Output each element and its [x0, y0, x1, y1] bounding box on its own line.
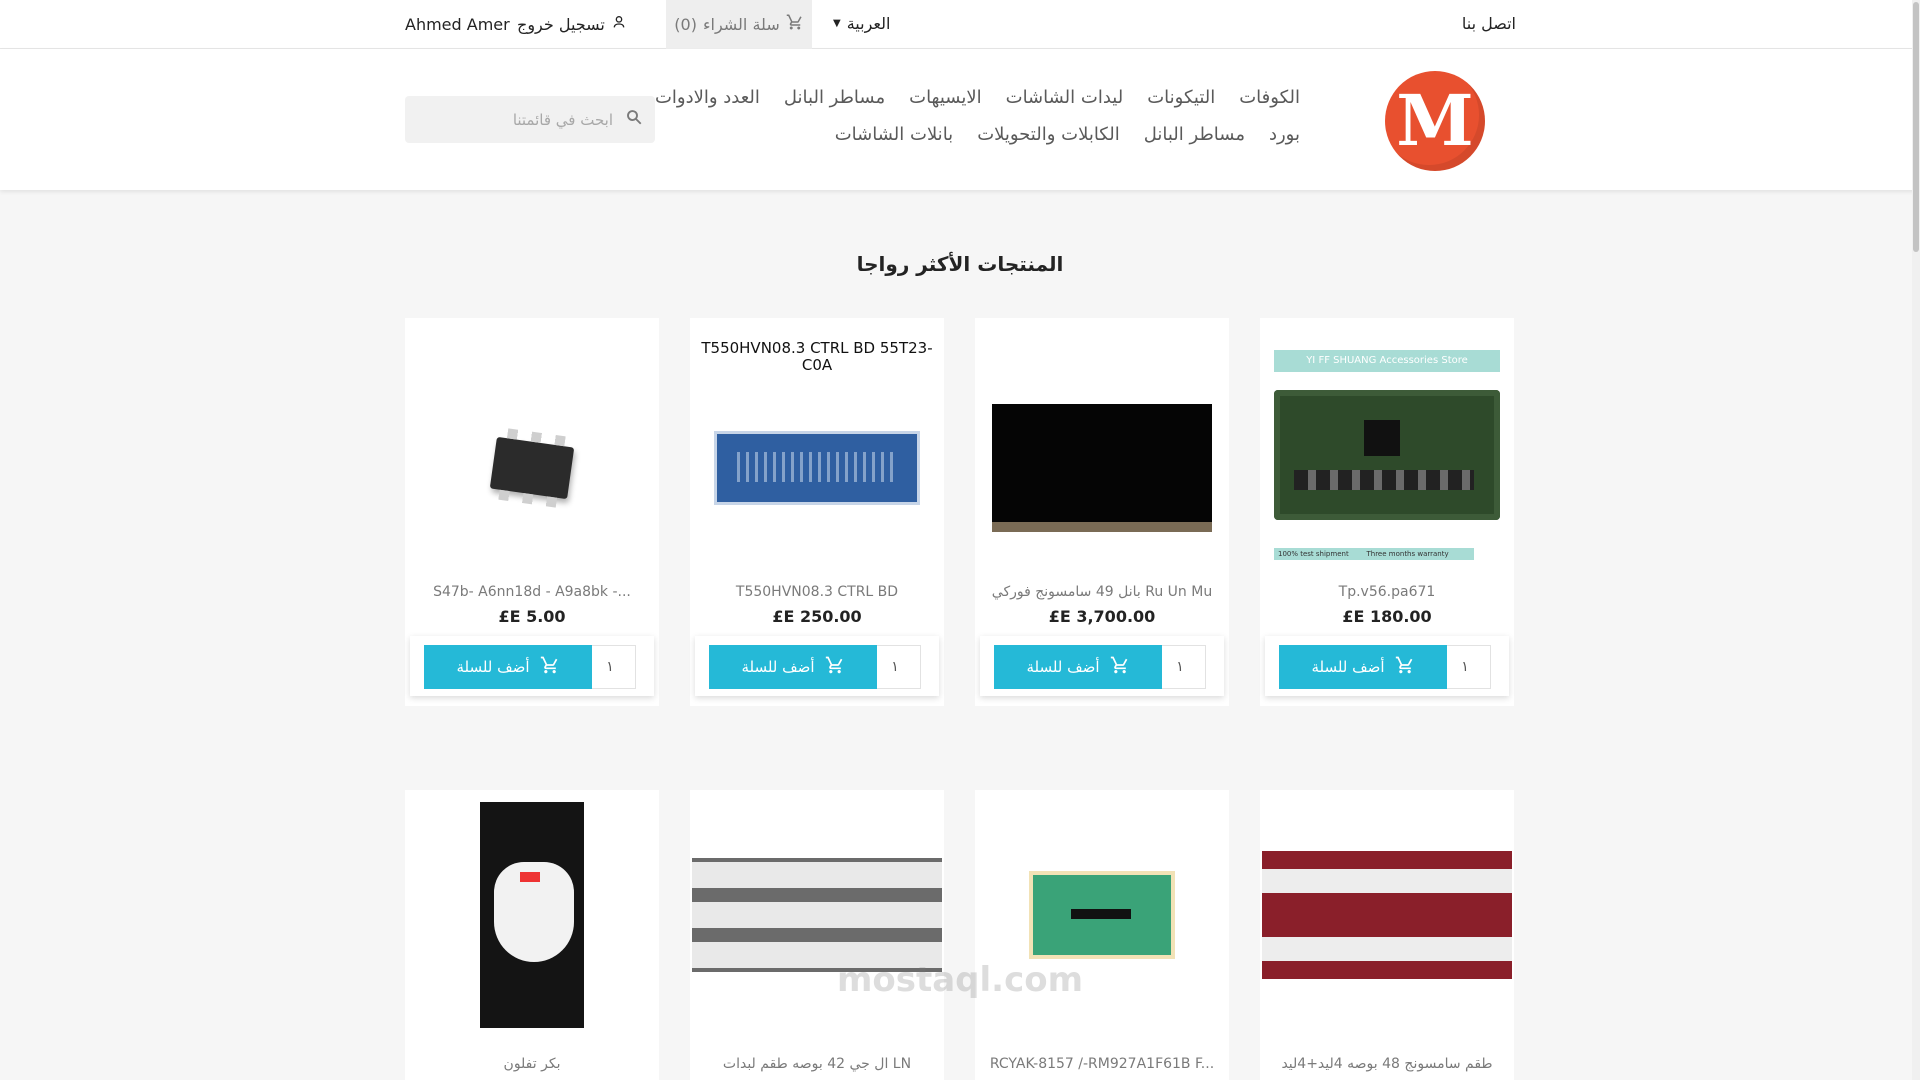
shopping-cart-icon: [540, 655, 560, 680]
language-selector[interactable]: العربية ▼: [833, 14, 890, 33]
product-price: £E 3,700.00: [1048, 607, 1156, 626]
product-price: £E 5.00: [498, 607, 566, 626]
product-image[interactable]: [1260, 790, 1514, 1040]
product-card[interactable]: بانل 49 سامسونج فوركي Ru Un Mu £E 3,700.…: [975, 318, 1229, 706]
menu-item[interactable]: مساطر البانل: [1144, 124, 1245, 145]
cart-count: (0): [674, 15, 697, 34]
product-name[interactable]: طقم سامسونج 48 بوصه 4ليد+4ليد: [1260, 1056, 1514, 1072]
product-card[interactable]: S47b- A6nn18d - A9a8bk -... £E 5.00 ١ أض…: [405, 318, 659, 706]
menu-item[interactable]: العدد والادوات: [655, 87, 760, 108]
product-name[interactable]: Tp.v56.pa671: [1260, 584, 1514, 600]
product-image[interactable]: [975, 318, 1229, 618]
led-strips-image: [692, 858, 942, 972]
menu-item[interactable]: الكوفات: [1239, 87, 1300, 108]
menu-item[interactable]: بانلات الشاشات: [835, 124, 953, 145]
product-card[interactable]: YI FF SHUANG Accessories Store 100% test…: [1260, 318, 1514, 706]
watermark: mostaql.com: [836, 960, 1084, 1000]
image-warranty-banner: 100% test shipment Three months warranty: [1274, 548, 1474, 560]
flex-adapter-image: [1029, 871, 1175, 959]
led-strips-image: [1262, 851, 1512, 979]
tcon-board-image: [714, 431, 920, 505]
image-store-banner: YI FF SHUANG Accessories Store: [1274, 350, 1500, 372]
shopping-cart-icon: [786, 13, 804, 36]
search-input[interactable]: ابحث في قائمتنا: [405, 96, 655, 143]
product-card[interactable]: T550HVN08.3 CTRL BD 55T23-C0A T550HVN08.…: [690, 318, 944, 706]
product-card[interactable]: RCYAK-8157 /-RM927A1F61B F...: [975, 790, 1229, 1080]
lcd-panel-image: [992, 404, 1212, 532]
contact-link[interactable]: اتصل بنا: [1462, 14, 1516, 33]
page-scrollbar[interactable]: [1912, 0, 1920, 1080]
main-menu: الكوفات التيكونات ليدات الشاشات الايسيها…: [655, 87, 1300, 161]
logout-label: تسجيل خروج: [517, 14, 605, 34]
menu-item[interactable]: الايسيهات: [909, 87, 982, 108]
add-to-cart-label: أضف للسلة: [456, 658, 530, 676]
search-icon[interactable]: [625, 108, 643, 131]
menu-item[interactable]: بورد: [1269, 124, 1300, 145]
product-price: £E 250.00: [772, 607, 862, 626]
ic-chip-image: [489, 436, 575, 500]
product-image[interactable]: [975, 790, 1229, 1040]
add-to-cart-button[interactable]: أضف للسلة: [709, 645, 877, 689]
search-placeholder: ابحث في قائمتنا: [512, 110, 613, 129]
add-to-cart-button[interactable]: أضف للسلة: [994, 645, 1162, 689]
product-name[interactable]: T550HVN08.3 CTRL BD: [690, 584, 944, 600]
product-image[interactable]: YI FF SHUANG Accessories Store 100% test…: [1260, 318, 1514, 618]
product-image[interactable]: [405, 318, 659, 618]
teflon-tape-image: [480, 802, 584, 1028]
shopping-cart-icon: [1395, 655, 1415, 680]
user-icon: [611, 14, 627, 34]
product-card[interactable]: طقم سامسونج 48 بوصه 4ليد+4ليد: [1260, 790, 1514, 1080]
section-title: المنتجات الأكثر رواجا: [856, 252, 1064, 276]
menu-item[interactable]: مساطر البانل: [784, 87, 885, 108]
account-link[interactable]: Ahmed Amer: [405, 15, 510, 34]
product-card[interactable]: ال جي 42 بوصه طقم لبدات LN: [690, 790, 944, 1080]
menu-row-1: الكوفات التيكونات ليدات الشاشات الايسيها…: [655, 87, 1300, 108]
product-image[interactable]: [690, 790, 944, 1040]
scrollbar-thumb[interactable]: [1913, 2, 1919, 252]
logo-letter: M: [1396, 79, 1474, 162]
top-bar: اتصل بنا العربية ▼ سلة الشراء (0) تسجيل …: [0, 0, 1920, 49]
shopping-cart-icon: [1110, 655, 1130, 680]
add-to-cart-label: أضف للسلة: [1026, 658, 1100, 676]
caret-down-icon: ▼: [833, 18, 841, 29]
site-header: M الكوفات التيكونات ليدات الشاشات الايسي…: [0, 49, 1920, 190]
logout-link[interactable]: تسجيل خروج: [517, 14, 627, 34]
product-actions: ١ أضف للسلة: [410, 636, 654, 696]
product-actions: ١ أضف للسلة: [1265, 636, 1509, 696]
cart-label: سلة الشراء: [702, 15, 780, 34]
menu-item[interactable]: ليدات الشاشات: [1006, 87, 1124, 108]
menu-row-2: بورد مساطر البانل الكابلات والتحويلات با…: [660, 124, 1300, 145]
product-actions: ١ أضف للسلة: [695, 636, 939, 696]
menu-item[interactable]: التيكونات: [1147, 87, 1215, 108]
cart-button[interactable]: سلة الشراء (0): [666, 0, 812, 49]
add-to-cart-button[interactable]: أضف للسلة: [1279, 645, 1447, 689]
product-name[interactable]: ال جي 42 بوصه طقم لبدات LN: [690, 1056, 944, 1072]
product-price: £E 180.00: [1342, 607, 1432, 626]
product-name[interactable]: RCYAK-8157 /-RM927A1F61B F...: [975, 1056, 1229, 1072]
add-to-cart-label: أضف للسلة: [1311, 658, 1385, 676]
image-caption: T550HVN08.3 CTRL BD 55T23-C0A: [701, 339, 933, 374]
product-card[interactable]: بكر تفلون: [405, 790, 659, 1080]
product-name[interactable]: بانل 49 سامسونج فوركي Ru Un Mu: [975, 584, 1229, 600]
product-image[interactable]: [405, 790, 659, 1040]
tv-mainboard-image: [1274, 390, 1500, 520]
product-name[interactable]: بكر تفلون: [405, 1056, 659, 1072]
product-name[interactable]: S47b- A6nn18d - A9a8bk -...: [405, 584, 659, 600]
shopping-cart-icon: [825, 655, 845, 680]
add-to-cart-label: أضف للسلة: [741, 658, 815, 676]
menu-item[interactable]: الكابلات والتحويلات: [977, 124, 1120, 145]
add-to-cart-button[interactable]: أضف للسلة: [424, 645, 592, 689]
language-label: العربية: [846, 14, 891, 33]
site-logo[interactable]: M: [1385, 71, 1485, 171]
product-actions: ١ أضف للسلة: [980, 636, 1224, 696]
